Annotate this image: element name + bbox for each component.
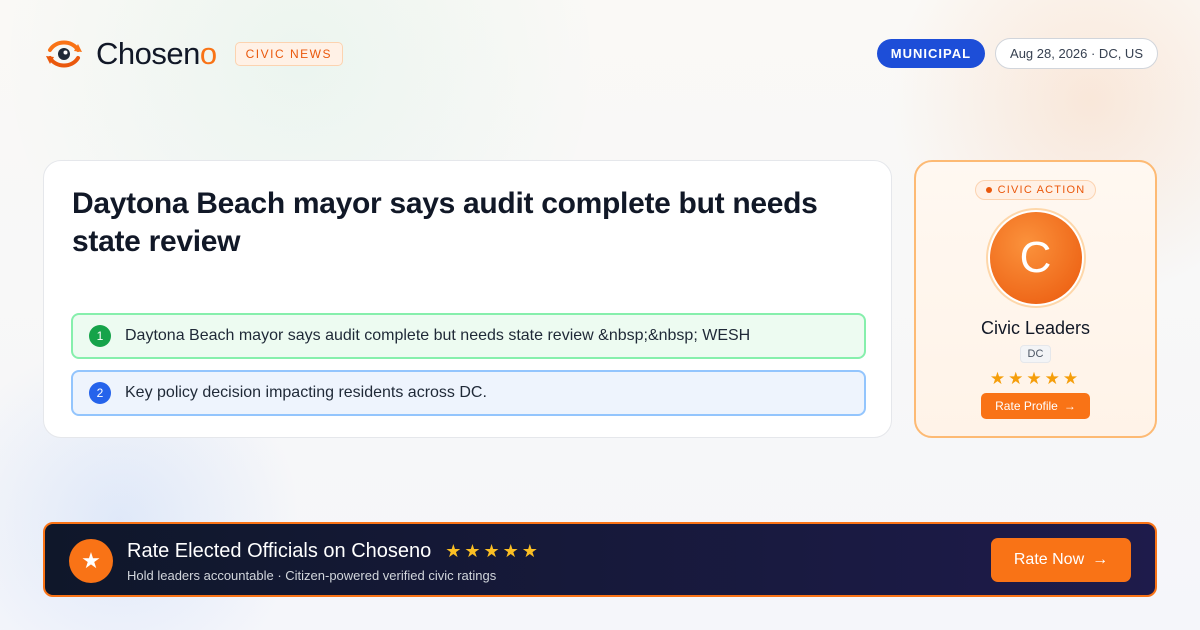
arrow-right-icon: →	[1063, 399, 1076, 413]
article-card: Daytona Beach mayor says audit complete …	[43, 160, 892, 438]
header-meta: MUNICIPAL Aug 28, 2026 · DC, US	[876, 38, 1158, 69]
rate-profile-label: Rate Profile	[995, 399, 1058, 413]
key-point-2: 2 Key policy decision impacting resident…	[71, 370, 866, 416]
key-point-1: 1 Daytona Beach mayor says audit complet…	[71, 313, 866, 359]
arrow-right-icon: →	[1092, 551, 1109, 568]
profile-name: Civic Leaders	[980, 318, 1091, 338]
key-point-text: Daytona Beach mayor says audit complete …	[125, 327, 751, 344]
brand-name-accent: o	[199, 36, 217, 71]
key-point-number: 2	[89, 382, 111, 404]
civic-news-tag: CIVIC NEWS	[234, 42, 343, 66]
civic-action-tag: CIVIC ACTION	[974, 180, 1097, 200]
key-point-number: 1	[89, 325, 111, 347]
page: Choseno CIVIC NEWS MUNICIPAL Aug 28, 202…	[0, 0, 1200, 630]
banner-subtitle: Hold leaders accountable · Citizen-power…	[127, 568, 497, 583]
date-location-pill: Aug 28, 2026 · DC, US	[995, 38, 1158, 69]
rate-now-label: Rate Now	[1013, 551, 1085, 568]
brand-name-main: Chosen	[96, 36, 200, 71]
brand-name: Choseno	[96, 36, 217, 72]
avatar: C	[989, 212, 1082, 304]
eye-logo-icon	[46, 40, 82, 68]
category-pill[interactable]: MUNICIPAL	[876, 39, 986, 68]
key-point-text: Key policy decision impacting residents …	[125, 384, 487, 401]
region-badge: DC	[1019, 345, 1052, 363]
civic-action-card: CIVIC ACTION C Civic Leaders DC ★★★★★ Ra…	[914, 160, 1157, 438]
civic-action-label: CIVIC ACTION	[997, 184, 1086, 196]
banner-stars-icon: ★★★★★	[445, 541, 541, 561]
brand[interactable]: Choseno CIVIC NEWS	[44, 36, 343, 72]
dot-icon	[985, 187, 992, 193]
rate-now-button[interactable]: Rate Now →	[991, 538, 1131, 582]
banner-title: Rate Elected Officials on Choseno ★★★★★	[127, 540, 541, 563]
banner-title-text: Rate Elected Officials on Choseno	[127, 540, 432, 562]
rate-officials-banner: ★ Rate Elected Officials on Choseno ★★★★…	[43, 522, 1157, 597]
article-headline: Daytona Beach mayor says audit complete …	[72, 187, 818, 258]
star-icon: ★	[69, 539, 113, 583]
rate-profile-button[interactable]: Rate Profile →	[981, 393, 1090, 419]
star-rating-icon: ★★★★★	[989, 369, 1082, 388]
avatar-ring: C	[985, 208, 1086, 308]
